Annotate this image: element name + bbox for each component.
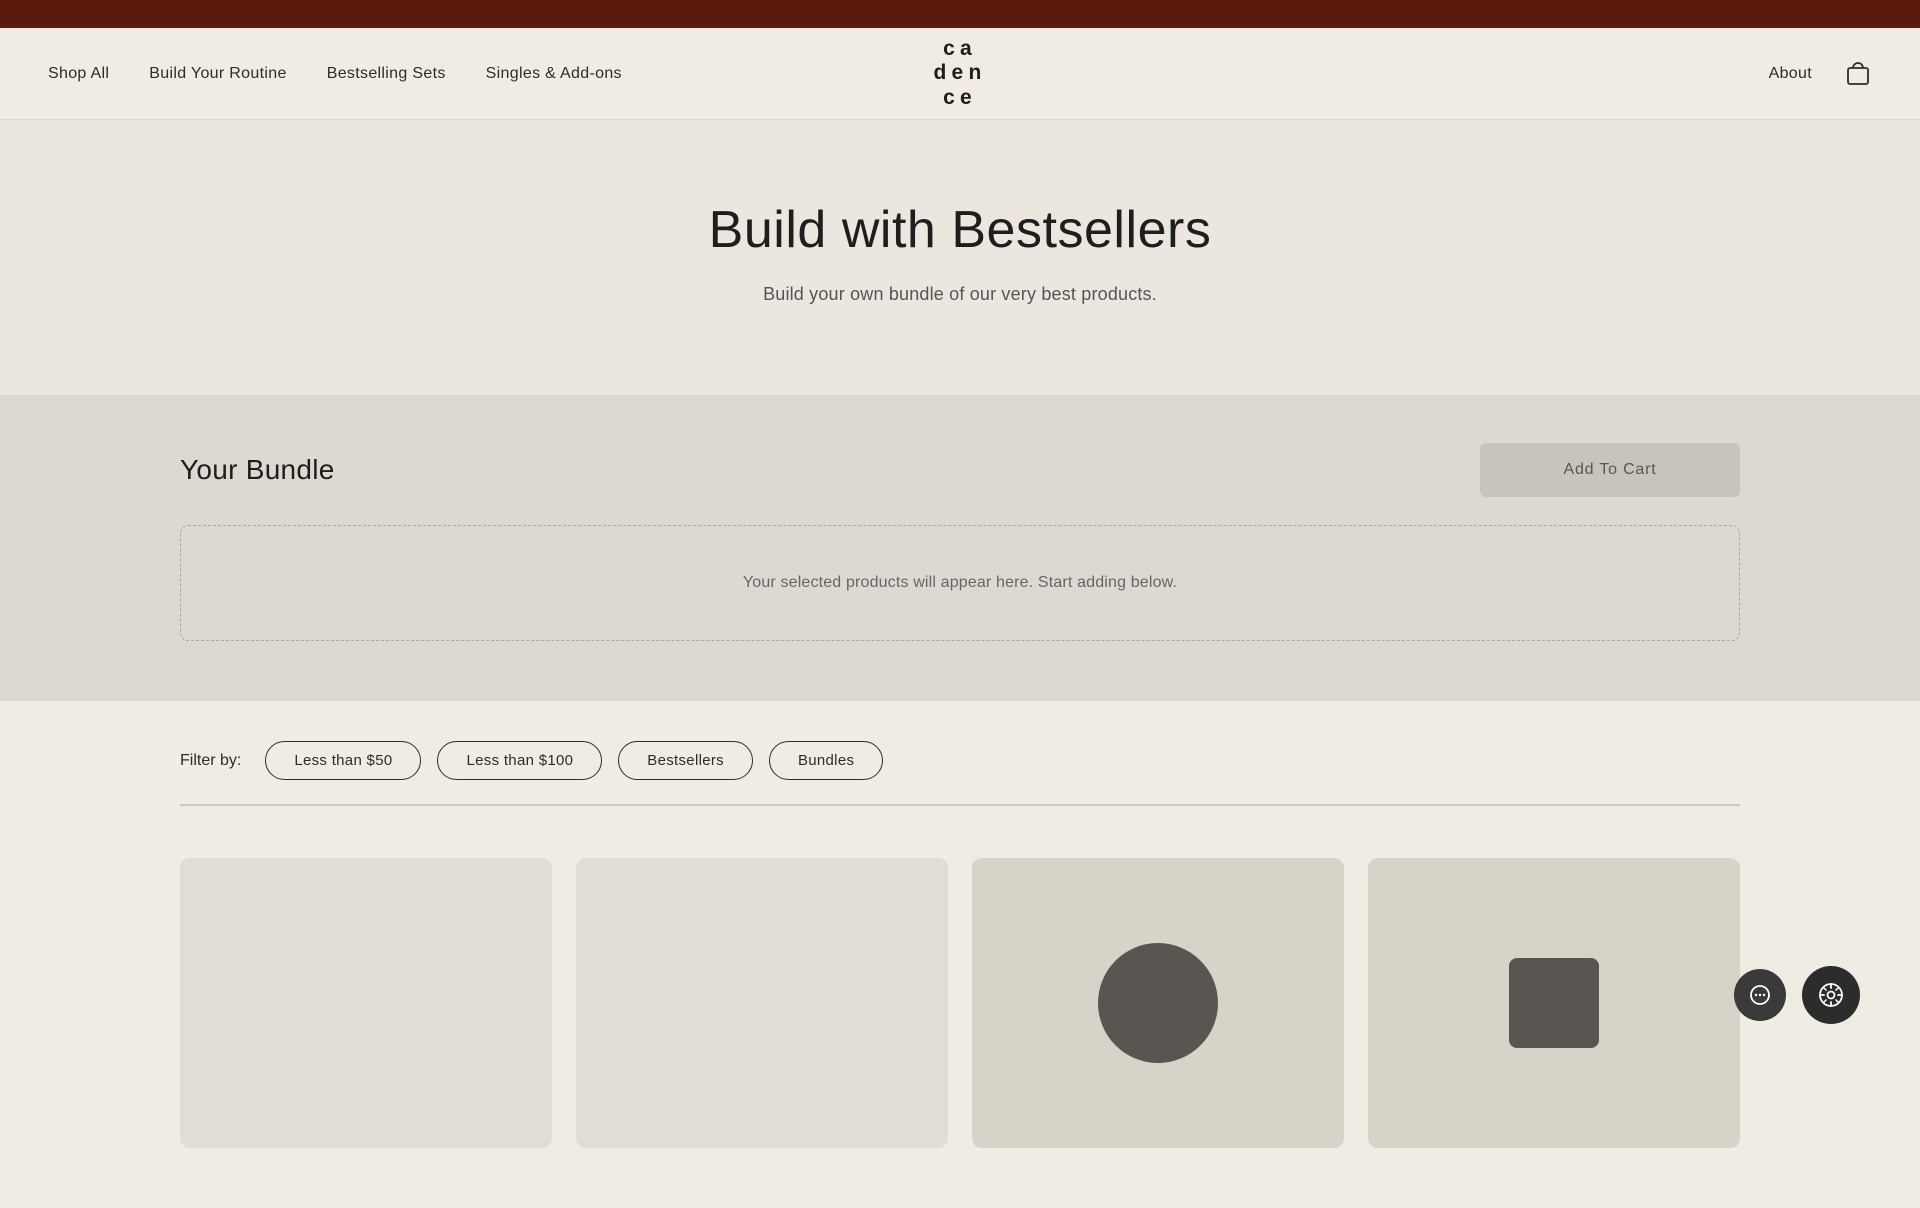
logo-line3: ce xyxy=(943,86,977,110)
products-grid xyxy=(180,858,1740,1148)
filter-section: Filter by: Less than $50 Less than $100 … xyxy=(0,701,1920,826)
nav-left: Shop All Build Your Routine Bestselling … xyxy=(48,65,622,83)
bundle-section: Your Bundle Add To Cart Your selected pr… xyxy=(0,395,1920,701)
filter-row: Filter by: Less than $50 Less than $100 … xyxy=(180,741,1740,780)
product-card[interactable] xyxy=(1368,858,1740,1148)
settings-icon xyxy=(1818,982,1844,1008)
product-shape-4 xyxy=(1509,958,1599,1048)
products-section xyxy=(0,826,1920,1208)
product-image-4 xyxy=(1368,858,1740,1148)
brand-logo[interactable]: ca den ce xyxy=(933,37,986,109)
cart-icon[interactable] xyxy=(1844,60,1872,88)
product-card[interactable] xyxy=(576,858,948,1148)
nav-bestselling-sets[interactable]: Bestselling Sets xyxy=(327,65,446,83)
add-to-cart-button[interactable]: Add To Cart xyxy=(1480,443,1740,497)
hero-subtitle: Build your own bundle of our very best p… xyxy=(48,284,1872,305)
filter-divider xyxy=(180,804,1740,806)
logo-center[interactable]: ca den ce xyxy=(933,37,986,109)
nav-right: About xyxy=(1769,60,1872,88)
product-image-2 xyxy=(576,858,948,1148)
product-shape-3 xyxy=(1098,943,1218,1063)
hero-section: Build with Bestsellers Build your own bu… xyxy=(0,120,1920,395)
logo-line1: ca xyxy=(943,37,977,61)
top-banner xyxy=(0,0,1920,28)
product-image-1 xyxy=(180,858,552,1148)
filter-label: Filter by: xyxy=(180,752,241,770)
nav-build-your-routine[interactable]: Build Your Routine xyxy=(149,65,286,83)
product-card[interactable] xyxy=(972,858,1344,1148)
filter-bestsellers[interactable]: Bestsellers xyxy=(618,741,753,780)
product-card[interactable] xyxy=(180,858,552,1148)
nav-singles-add-ons[interactable]: Singles & Add-ons xyxy=(486,65,622,83)
filter-less-than-50[interactable]: Less than $50 xyxy=(265,741,421,780)
navbar: Shop All Build Your Routine Bestselling … xyxy=(0,28,1920,120)
filter-less-than-100[interactable]: Less than $100 xyxy=(437,741,602,780)
bundle-title: Your Bundle xyxy=(180,454,335,486)
nav-shop-all[interactable]: Shop All xyxy=(48,65,109,83)
filter-bundles[interactable]: Bundles xyxy=(769,741,883,780)
product-image-3 xyxy=(972,858,1344,1148)
settings-button[interactable] xyxy=(1802,966,1860,1024)
bundle-header: Your Bundle Add To Cart xyxy=(180,443,1740,497)
bundle-placeholder-text: Your selected products will appear here.… xyxy=(201,574,1719,592)
logo-line2: den xyxy=(933,61,986,85)
hero-title: Build with Bestsellers xyxy=(48,200,1872,260)
nav-about[interactable]: About xyxy=(1769,65,1812,83)
bundle-placeholder: Your selected products will appear here.… xyxy=(180,525,1740,641)
chat-button[interactable] xyxy=(1734,969,1786,1021)
chat-icon xyxy=(1749,984,1771,1006)
floating-buttons xyxy=(1734,966,1860,1024)
